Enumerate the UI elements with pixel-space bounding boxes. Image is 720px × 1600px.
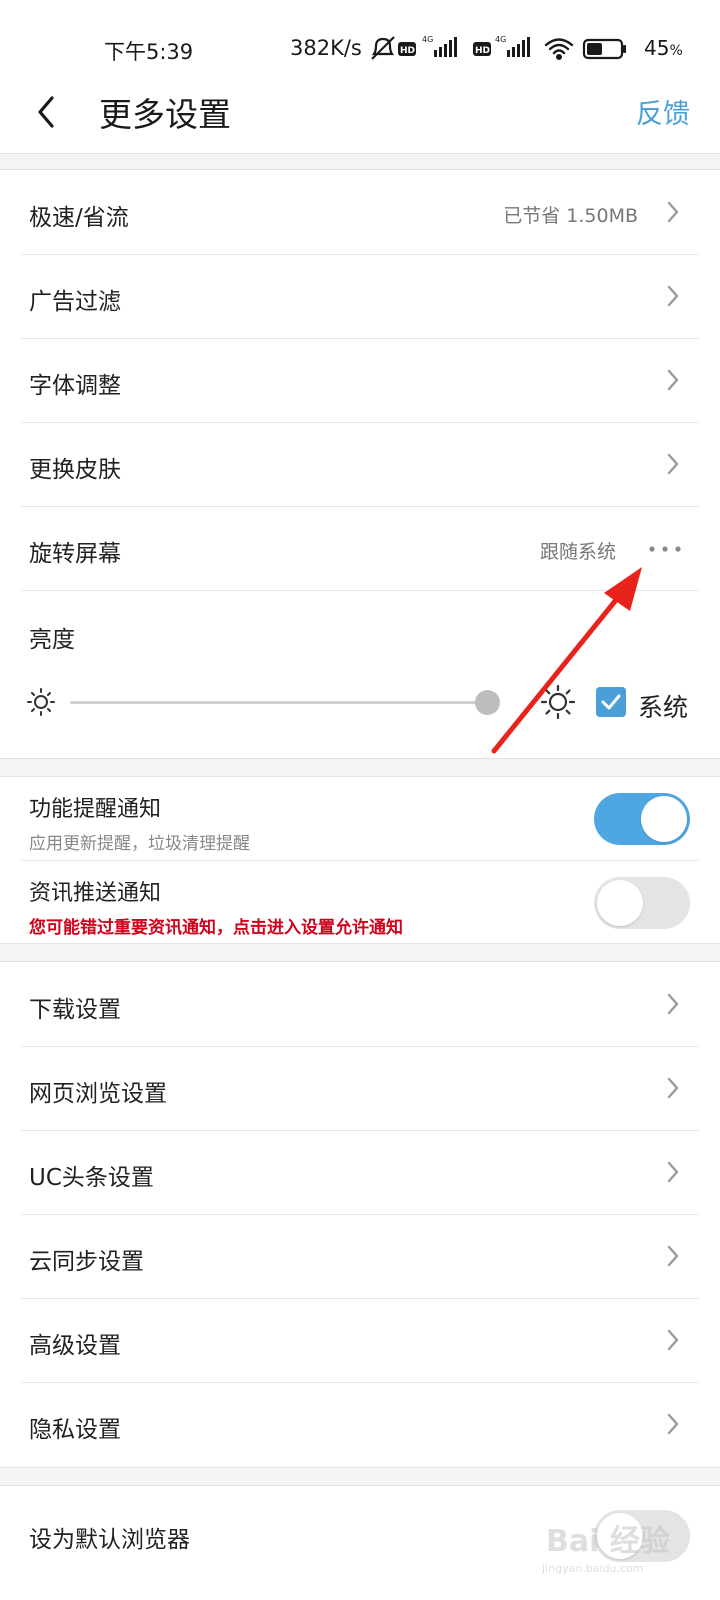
svg-text:HD: HD <box>475 46 490 56</box>
setting-row-download[interactable]: 下载设置 <box>0 962 720 1047</box>
setting-row-speed-saving[interactable]: 极速/省流 已节省 1.50MB <box>0 170 720 255</box>
section-gap <box>0 758 720 777</box>
chevron-right-icon <box>667 993 679 1015</box>
row-label: 旋转屏幕 <box>29 541 121 567</box>
chevron-right-icon <box>667 453 679 475</box>
chevron-right-icon <box>667 1161 679 1183</box>
divider <box>21 590 699 591</box>
notif-title: 功能提醒通知 <box>29 797 162 822</box>
setting-row-font[interactable]: 字体调整 <box>0 338 720 423</box>
watermark-url: jingyan.baidu.com <box>542 1562 644 1575</box>
svg-text:4G: 4G <box>495 35 506 44</box>
section-gap <box>0 943 720 962</box>
more-dots-icon[interactable] <box>648 544 682 554</box>
toggle-knob <box>641 796 687 842</box>
row-label: 下载设置 <box>29 997 121 1023</box>
notif-subtitle: 应用更新提醒，垃圾清理提醒 <box>29 834 250 854</box>
status-net-speed: 382K/s <box>290 36 362 60</box>
rotate-value: 跟随系统 <box>539 541 616 563</box>
row-label: 高级设置 <box>29 1333 121 1359</box>
section-gap <box>0 1467 720 1486</box>
chevron-right-icon <box>667 285 679 307</box>
signal-icon-2: HD 4G <box>473 35 530 57</box>
battery-icon <box>582 38 626 60</box>
feedback-button[interactable]: 反馈 <box>636 92 690 131</box>
notif-warning[interactable]: 您可能错过重要资讯通知，点击进入设置允许通知 <box>29 913 403 938</box>
setting-row-privacy[interactable]: 隐私设置 <box>0 1382 720 1467</box>
signal-icon: HD 4G <box>398 35 457 57</box>
page-title: 更多设置 <box>99 95 231 134</box>
brightness-slider-thumb[interactable] <box>474 690 500 715</box>
system-brightness-label: 系统 <box>638 693 689 722</box>
row-label: 网页浏览设置 <box>29 1081 167 1107</box>
brightness-label: 亮度 <box>29 627 75 653</box>
row-label: 极速/省流 <box>29 205 129 231</box>
setting-row-advanced[interactable]: 高级设置 <box>0 1298 720 1383</box>
brightness-high-icon <box>541 685 575 719</box>
setting-row-rotate[interactable]: 旋转屏幕 跟随系统 <box>0 506 720 591</box>
setting-row-uc-headlines[interactable]: UC头条设置 <box>0 1130 720 1215</box>
setting-row-skin[interactable]: 更换皮肤 <box>0 422 720 507</box>
toggle-knob <box>597 880 643 926</box>
chevron-right-icon <box>667 201 679 223</box>
notif-title: 资讯推送通知 <box>29 881 162 906</box>
watermark-text: Bai 经验 <box>546 1524 670 1559</box>
svg-text:HD: HD <box>400 46 415 56</box>
chevron-right-icon <box>667 369 679 391</box>
brightness-section: 亮度 系统 <box>0 598 720 758</box>
news-notif-toggle[interactable] <box>594 877 690 929</box>
row-label: 更换皮肤 <box>29 457 121 483</box>
system-brightness-checkbox[interactable] <box>596 687 626 717</box>
watermark: Bai 经验 jingyan.baidu.com <box>540 1490 700 1585</box>
mute-icon <box>371 36 395 60</box>
notif-row-feature[interactable]: 功能提醒通知 应用更新提醒，垃圾清理提醒 <box>0 777 720 861</box>
setting-row-browsing[interactable]: 网页浏览设置 <box>0 1046 720 1131</box>
status-time: 下午5:39 <box>104 40 194 64</box>
brightness-low-icon <box>27 688 55 716</box>
row-label: 云同步设置 <box>29 1249 144 1275</box>
setting-row-cloud-sync[interactable]: 云同步设置 <box>0 1214 720 1299</box>
app-header: 更多设置 反馈 <box>0 74 720 154</box>
svg-text:4G: 4G <box>422 35 433 44</box>
status-icons: HD 4G HD 4G <box>371 35 626 61</box>
row-label: 设为默认浏览器 <box>29 1527 190 1553</box>
wifi-icon <box>544 38 574 61</box>
row-label: 隐私设置 <box>29 1417 121 1443</box>
battery-percent: 45% <box>644 36 683 60</box>
setting-row-ad-filter[interactable]: 广告过滤 <box>0 254 720 339</box>
notif-row-news[interactable]: 资讯推送通知 您可能错过重要资讯通知，点击进入设置允许通知 <box>0 861 720 945</box>
feature-notif-toggle[interactable] <box>594 793 690 845</box>
chevron-right-icon <box>667 1413 679 1435</box>
chevron-right-icon <box>667 1329 679 1351</box>
row-label: UC头条设置 <box>29 1165 154 1191</box>
chevron-right-icon <box>667 1077 679 1099</box>
row-value: 已节省 1.50MB <box>503 205 638 227</box>
back-arrow-icon[interactable] <box>32 92 62 132</box>
row-label: 字体调整 <box>29 373 121 399</box>
section-gap <box>0 153 720 170</box>
brightness-slider-track[interactable] <box>70 701 500 704</box>
row-label: 广告过滤 <box>29 289 121 315</box>
chevron-right-icon <box>667 1245 679 1267</box>
